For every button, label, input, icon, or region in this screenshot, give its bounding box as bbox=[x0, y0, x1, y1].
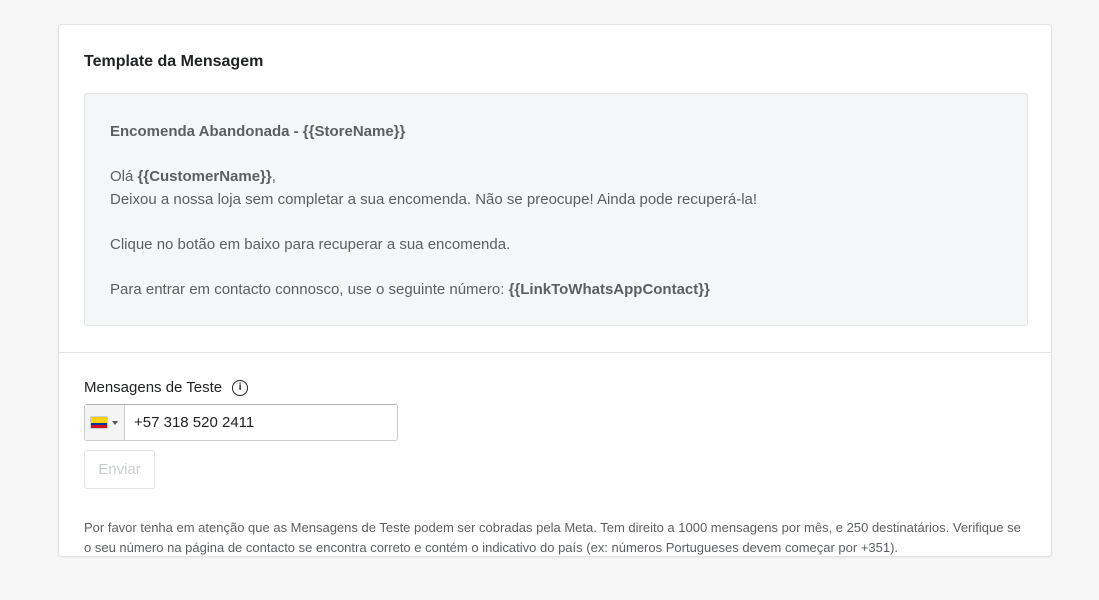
template-preview: Encomenda Abandonada - {{StoreName}} Olá… bbox=[84, 93, 1028, 326]
card-title: Template da Mensagem bbox=[84, 53, 264, 70]
chevron-down-icon bbox=[112, 420, 118, 425]
customer-name-variable: {{CustomerName}} bbox=[137, 168, 272, 185]
send-button[interactable]: Enviar bbox=[84, 450, 155, 489]
template-body: Deixou a nossa loja sem completar a sua … bbox=[110, 190, 758, 208]
test-messages-label-row: Mensagens de Teste i bbox=[84, 379, 249, 396]
store-name-variable: {{StoreName}} bbox=[302, 123, 406, 140]
country-selector[interactable] bbox=[85, 405, 125, 440]
template-section: Template da Mensagem Encomenda Abandonad… bbox=[59, 25, 1051, 353]
colombia-flag-icon bbox=[91, 417, 107, 428]
phone-input[interactable] bbox=[125, 405, 397, 440]
message-template-card: Template da Mensagem Encomenda Abandonad… bbox=[58, 24, 1052, 557]
template-cta: Clique no botão em baixo para recuperar … bbox=[110, 235, 511, 253]
template-contact: Para entrar em contacto connosco, use o … bbox=[110, 280, 710, 298]
template-subject: Encomenda Abandonada - {{StoreName}} bbox=[110, 123, 406, 140]
template-greeting: Olá {{CustomerName}}, bbox=[110, 168, 276, 185]
whatsapp-contact-variable: {{LinkToWhatsAppContact}} bbox=[508, 280, 710, 298]
info-icon[interactable]: i bbox=[232, 379, 249, 396]
test-messages-label: Mensagens de Teste bbox=[84, 379, 223, 396]
phone-field bbox=[84, 404, 398, 441]
help-text: Por favor tenha em atenção que as Mensag… bbox=[84, 520, 1021, 555]
